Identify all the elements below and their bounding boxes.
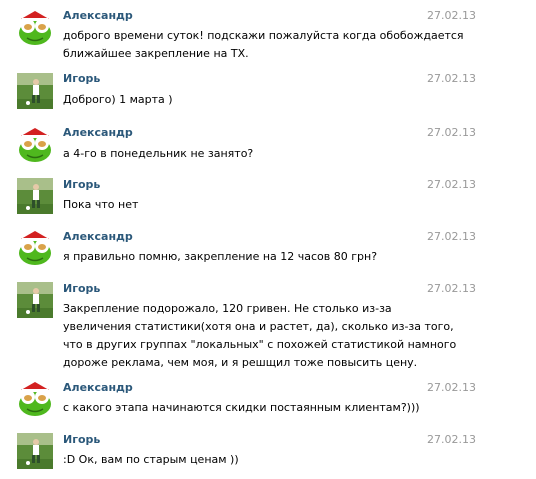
message-text-line: с какого этапа начинаются скидки постаян… [63,401,420,414]
message-text-line: увеличения статистики(хотя она и растет,… [63,320,454,333]
message-author[interactable]: Игорь [63,72,100,86]
message-author[interactable]: Александр [63,9,133,23]
message-date[interactable]: 27.02.13 [427,381,476,395]
message-text-line: дороже реклама, чем моя, и я решщил тоже… [63,356,418,369]
message-text-line: доброго времени суток! подскажи пожалуйс… [63,29,464,42]
message-text: Пока что нет [63,196,423,214]
message-text: :D Ок, вам по старым ценам )) [63,451,423,469]
message-date[interactable]: 27.02.13 [427,230,476,244]
message-text: Закрепление подорожало, 120 гривен. Не с… [63,300,457,372]
message-text: доброго времени суток! подскажи пожалуйс… [63,27,464,63]
frog-avatar-icon[interactable] [17,381,53,417]
message-text-line: а 4-го в понедельник не занято? [63,147,254,160]
message-author[interactable]: Александр [63,126,133,140]
frog-avatar-icon[interactable] [17,230,53,266]
football-player-avatar-icon[interactable] [17,178,53,214]
message-text: я правильно помню, закрепление на 12 час… [63,248,423,266]
message-text-line: Пока что нет [63,198,139,211]
frog-avatar-icon[interactable] [17,10,53,46]
message-date[interactable]: 27.02.13 [427,282,476,296]
message-date[interactable]: 27.02.13 [427,178,476,192]
message-text-line: я правильно помню, закрепление на 12 час… [63,250,378,263]
message-text-line: Закрепление подорожало, 120 гривен. Не с… [63,302,392,315]
football-player-avatar-icon[interactable] [17,433,53,469]
message-text-line: :D Ок, вам по старым ценам )) [63,453,239,466]
message-date[interactable]: 27.02.13 [427,126,476,140]
message-text-line: что в других группах "локальных" с похож… [63,338,457,351]
football-player-avatar-icon[interactable] [17,282,53,318]
message-author[interactable]: Игорь [63,433,100,447]
message-date[interactable]: 27.02.13 [427,72,476,86]
frog-avatar-icon[interactable] [17,127,53,163]
message-date[interactable]: 27.02.13 [427,433,476,447]
message-text: а 4-го в понедельник не занято? [63,145,423,163]
message-date[interactable]: 27.02.13 [427,9,476,23]
message-author[interactable]: Александр [63,230,133,244]
message-text-line: Доброго) 1 марта ) [63,93,173,106]
message-text-line: ближайшее закрепление на ТХ. [63,47,249,60]
message-author[interactable]: Александр [63,381,133,395]
message-text: Доброго) 1 марта ) [63,91,423,109]
message-text: с какого этапа начинаются скидки постаян… [63,399,423,417]
message-author[interactable]: Игорь [63,178,100,192]
football-player-avatar-icon[interactable] [17,73,53,109]
message-author[interactable]: Игорь [63,282,100,296]
